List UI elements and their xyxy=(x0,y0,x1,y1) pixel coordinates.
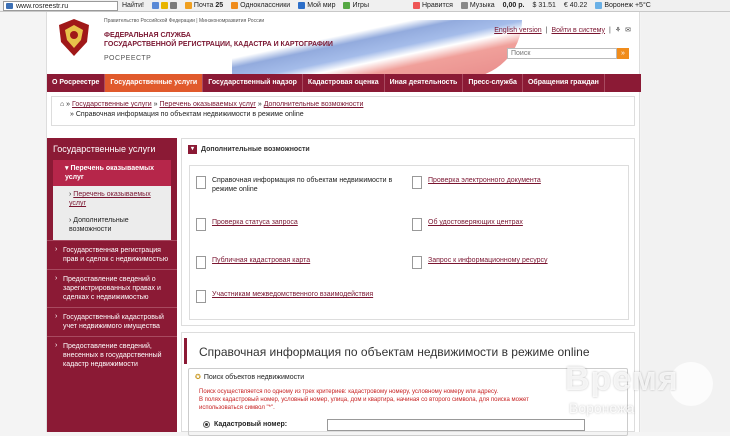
toolbar-balance[interactable]: 0,00 р. xyxy=(503,2,525,9)
government-line: Правительство Российской Федерации | Мин… xyxy=(104,18,265,24)
cadastral-input[interactable] xyxy=(327,419,585,431)
extras-item: Об удостоверяющих центрах xyxy=(412,218,622,231)
breadcrumb-list[interactable]: Перечень оказываемых услуг xyxy=(160,101,256,108)
toolbar-weather[interactable]: Воронеж +5°C xyxy=(595,2,651,9)
nav-appeals[interactable]: Обращения граждан xyxy=(523,74,605,92)
coat-of-arms-icon xyxy=(59,19,89,56)
browser-toolbar: www.rosreestr.ru Найти! Почта 25 Одноклас… xyxy=(0,0,730,12)
english-link[interactable]: English version xyxy=(494,27,541,34)
document-icon xyxy=(412,256,422,269)
form-legend: ✪ Поиск объектов недвижимости xyxy=(195,373,305,382)
toolbar-like[interactable]: Нравится xyxy=(412,2,453,9)
like-icon xyxy=(412,2,420,9)
extras-link[interactable]: Справочная информация по объектам недвиж… xyxy=(212,176,396,194)
sidebar-sub-list[interactable]: › Перечень оказываемых услуг xyxy=(53,186,171,212)
toolbar-odnoklassniki[interactable]: Одноклассники xyxy=(231,2,290,9)
extras-item: Публичная кадастровая карта xyxy=(196,256,396,269)
toolbar-icons[interactable] xyxy=(151,2,177,9)
cadastral-option[interactable]: Кадастровый номер: xyxy=(203,421,287,428)
nav-supervision[interactable]: Государственный надзор xyxy=(203,74,303,92)
music-icon xyxy=(460,2,468,9)
mail-icon xyxy=(184,2,192,9)
pencil-icon xyxy=(169,2,177,9)
extras-item: Справочная информация по объектам недвиж… xyxy=(196,176,396,194)
search-form: ✪ Поиск объектов недвижимости Поиск осуще… xyxy=(188,368,628,436)
extras-item: Участникам межведомственного взаимодейст… xyxy=(196,290,496,303)
sidebar-sub-extras[interactable]: › Дополнительные возможности xyxy=(53,212,171,240)
sidebar-item-cadastre[interactable]: Государственный кадастровый учет недвижи… xyxy=(47,307,177,336)
mymir-icon xyxy=(298,2,306,9)
extras-header[interactable]: ▾ Дополнительные возможности xyxy=(182,139,634,160)
document-icon xyxy=(196,256,206,269)
weather-icon xyxy=(595,2,603,9)
document-icon xyxy=(412,176,422,189)
sitemap-icon[interactable]: ⚘ xyxy=(615,26,621,34)
sidebar-item-registration[interactable]: Государственная регистрация прав и сдело… xyxy=(47,240,177,269)
extras-link[interactable]: Публичная кадастровая карта xyxy=(212,256,310,265)
games-icon xyxy=(343,2,351,9)
home-icon[interactable]: ⌂ xyxy=(60,101,64,108)
watermark: Время Воронежа xyxy=(565,358,730,428)
flag-background xyxy=(232,20,522,78)
extras-item: Проверка электронного документа xyxy=(412,176,622,189)
breadcrumb: ⌂ » Государственные услуги » Перечень ок… xyxy=(51,96,635,126)
extras-link[interactable]: Проверка статуса запроса xyxy=(212,218,298,227)
breadcrumb-services[interactable]: Государственные услуги xyxy=(72,101,152,108)
extras-link[interactable]: Запрос к информационному ресурсу xyxy=(428,256,548,265)
agency-title: ФЕДЕРАЛЬНАЯ СЛУЖБА ГОСУДАРСТВЕННОЙ РЕГИС… xyxy=(104,32,333,48)
page: Правительство Российской Федерации | Мин… xyxy=(46,12,641,436)
watermark-subtext: Воронежа xyxy=(569,400,635,416)
extras-link[interactable]: Участникам межведомственного взаимодейст… xyxy=(212,290,373,299)
toolbar-music[interactable]: Музыка xyxy=(460,2,495,9)
document-icon xyxy=(412,218,422,231)
nav-press[interactable]: Пресс-служба xyxy=(463,74,523,92)
extras-panel: ▾ Дополнительные возможности Справочная и… xyxy=(181,138,635,326)
site-search: » xyxy=(507,48,629,59)
address-bar[interactable]: www.rosreestr.ru xyxy=(3,0,118,11)
breadcrumb-extras[interactable]: Дополнительные возможности xyxy=(264,101,364,108)
document-icon xyxy=(196,218,206,231)
star-icon xyxy=(160,2,168,9)
ok-icon xyxy=(231,2,239,9)
toolbar-eur[interactable]: € 40.22 xyxy=(564,2,587,9)
sidebar: Государственные услуги ▾ Перечень оказыв… xyxy=(47,138,177,432)
toolbar-moimir[interactable]: Мой мир xyxy=(298,2,335,9)
document-icon xyxy=(196,176,206,189)
cadastral-radio[interactable] xyxy=(203,421,210,428)
watermark-text: Время xyxy=(565,360,679,398)
top-links: English version | Войти в систему | ⚘ ✉ xyxy=(494,26,631,35)
search-input[interactable] xyxy=(507,48,617,59)
collapse-icon: ▾ xyxy=(188,145,197,154)
login-link[interactable]: Войти в систему xyxy=(551,27,605,34)
sidebar-item-rights-info[interactable]: Предоставление сведений о зарегистрирова… xyxy=(47,269,177,307)
extras-item: Проверка статуса запроса xyxy=(196,218,396,231)
document-icon xyxy=(196,290,206,303)
find-button[interactable]: Найти! xyxy=(122,2,144,9)
extras-grid: Справочная информация по объектам недвиж… xyxy=(189,165,629,320)
main-nav: О Росреестре Государственные услуги Госу… xyxy=(47,74,641,92)
extras-item: Запрос к информационному ресурсу xyxy=(412,256,622,269)
nav-valuation[interactable]: Кадастровая оценка xyxy=(303,74,385,92)
nav-about[interactable]: О Росреестре xyxy=(47,74,106,92)
home-icon xyxy=(151,2,159,9)
breadcrumb-current: Справочная информация по объектам недвиж… xyxy=(75,111,304,118)
sidebar-title: Государственные услуги xyxy=(53,144,156,154)
mail-icon[interactable]: ✉ xyxy=(625,26,631,34)
search-button[interactable]: » xyxy=(617,48,629,59)
extras-link[interactable]: Об удостоверяющих центрах xyxy=(428,218,523,227)
extras-link[interactable]: Проверка электронного документа xyxy=(428,176,541,185)
nav-services[interactable]: Государственные услуги xyxy=(105,74,204,92)
toolbar-mail[interactable]: Почта 25 xyxy=(184,2,223,9)
site-header: Правительство Российской Федерации | Мин… xyxy=(47,12,639,78)
sidebar-section[interactable]: ▾ Перечень оказываемых услуг xyxy=(53,160,171,186)
search-object-icon: ✪ xyxy=(195,374,201,381)
toolbar-games[interactable]: Игры xyxy=(343,2,369,9)
sidebar-item-cadastre-info[interactable]: Предоставление сведений, внесенных в гос… xyxy=(47,336,177,374)
form-hint: Поиск осуществляется по одному из трех к… xyxy=(199,389,529,411)
toolbar-usd[interactable]: $ 31.51 xyxy=(532,2,555,9)
brand-name: РОСРЕЕСТР xyxy=(104,55,152,62)
nav-other[interactable]: Иная деятельность xyxy=(385,74,464,92)
